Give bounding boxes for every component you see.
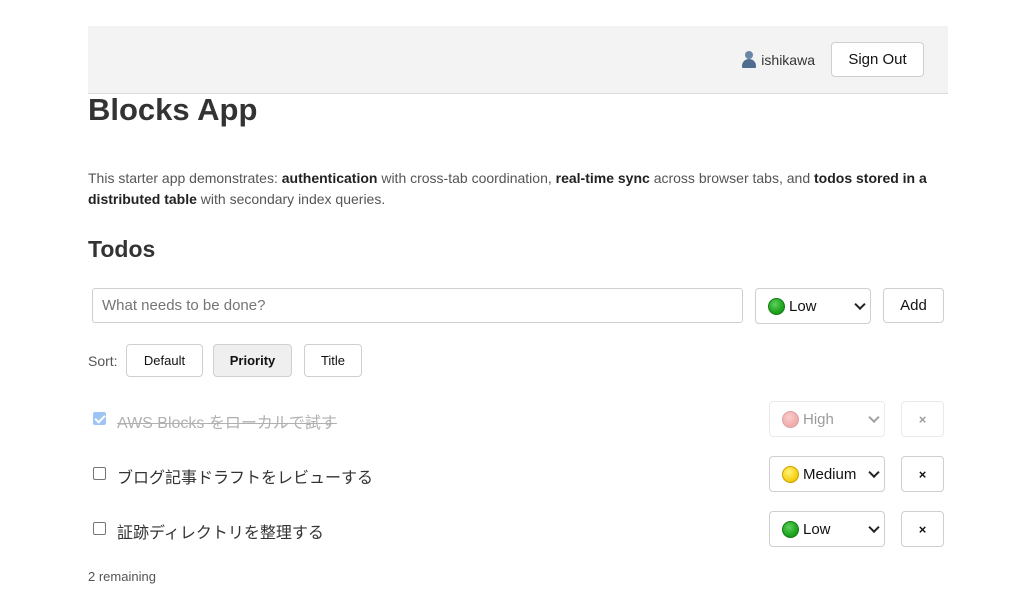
red-circle-icon: [782, 410, 799, 428]
chevron-down-icon: [868, 466, 880, 479]
sort-title-button[interactable]: Title: [304, 344, 362, 377]
todo-title: 証跡ディレクトリを整理する: [117, 525, 324, 542]
todo-priority-select[interactable]: High: [769, 401, 885, 437]
main-content: Blocks App This starter app demonstrates…: [88, 0, 948, 600]
delete-todo-button[interactable]: ×: [901, 456, 944, 492]
todo-checkbox[interactable]: [93, 467, 106, 480]
add-todo-button[interactable]: Add: [883, 288, 944, 323]
todo-title: AWS Blocks をローカルで試す: [117, 415, 337, 432]
new-todo-input[interactable]: [92, 288, 743, 323]
green-circle-icon: [782, 520, 799, 538]
new-todo-priority-select[interactable]: Low: [755, 288, 871, 324]
page-title: Blocks App: [88, 92, 258, 127]
chevron-down-icon: [854, 298, 866, 311]
todo-priority-select[interactable]: Medium: [769, 456, 885, 492]
yellow-circle-icon: [782, 465, 799, 483]
sort-default-button[interactable]: Default: [126, 344, 203, 377]
todo-checkbox[interactable]: [93, 522, 106, 535]
sort-label: Sort:: [88, 353, 118, 369]
todo-priority-value: Medium: [803, 465, 857, 483]
green-circle-icon: [768, 297, 785, 315]
new-todo-priority-value: Low: [789, 297, 817, 315]
todos-heading: Todos: [88, 236, 156, 262]
chevron-down-icon: [868, 411, 880, 424]
remaining-count: 2 remaining: [88, 569, 156, 584]
delete-todo-button[interactable]: ×: [901, 511, 944, 547]
sort-priority-button[interactable]: Priority: [213, 344, 292, 377]
todo-item: 証跡ディレクトリを整理する Low ×: [88, 511, 948, 547]
todo-checkbox[interactable]: [93, 412, 106, 425]
delete-todo-button[interactable]: ×: [901, 401, 944, 437]
intro-text: This starter app demonstrates: authentic…: [88, 170, 927, 207]
todo-item: ブログ記事ドラフトをレビューする Medium ×: [88, 456, 948, 492]
chevron-down-icon: [868, 521, 880, 534]
todo-priority-value: High: [803, 410, 834, 428]
todo-priority-value: Low: [803, 520, 831, 538]
todo-priority-select[interactable]: Low: [769, 511, 885, 547]
todo-item: AWS Blocks をローカルで試す High ×: [88, 401, 948, 437]
todo-title: ブログ記事ドラフトをレビューする: [117, 470, 374, 487]
